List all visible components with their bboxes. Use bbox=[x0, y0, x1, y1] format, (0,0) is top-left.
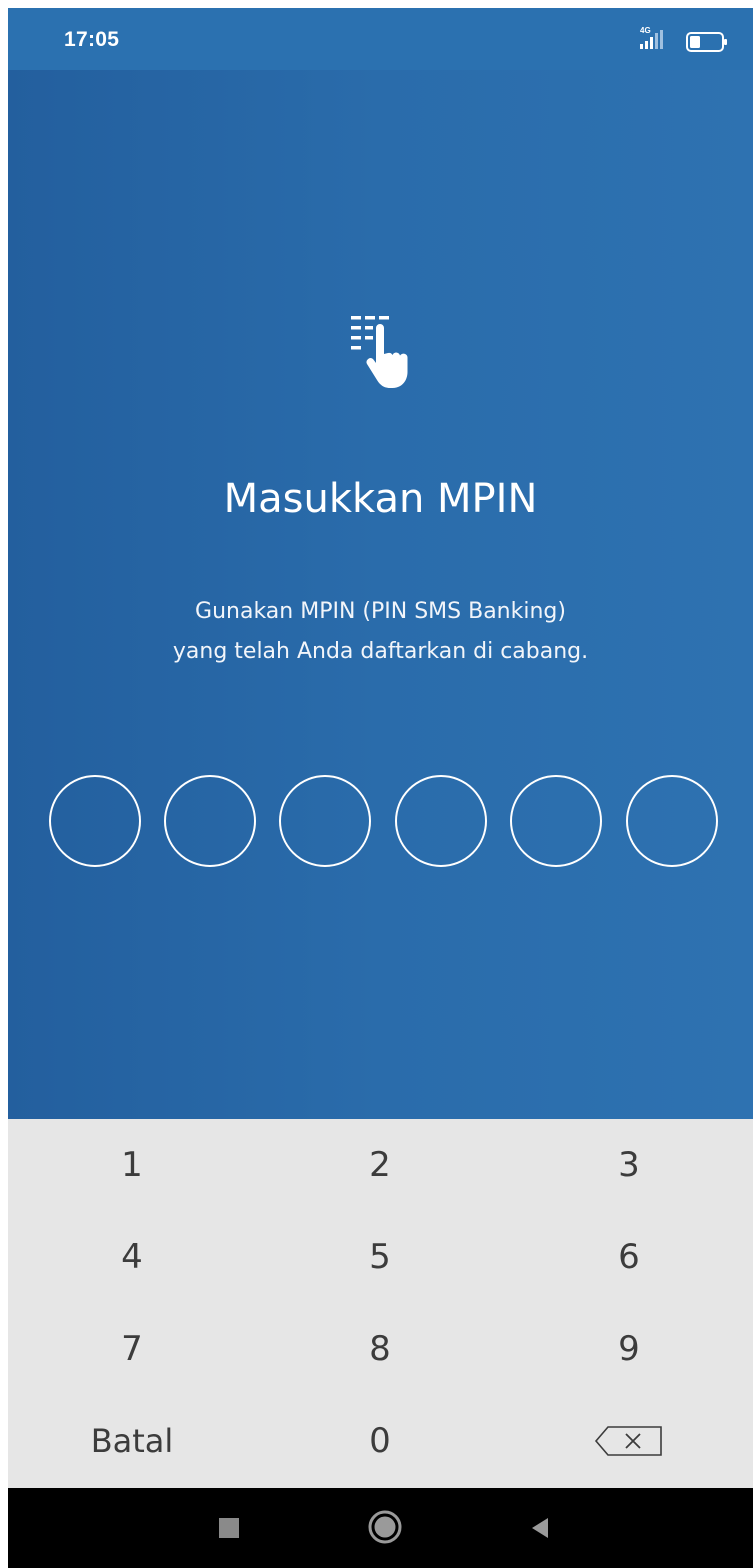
status-bar: 17:05 4G bbox=[8, 8, 753, 70]
mpin-panel: Masukkan MPIN Gunakan MPIN (PIN SMS Bank… bbox=[8, 70, 753, 1119]
key-0[interactable]: 0 bbox=[256, 1395, 504, 1487]
touch-keypad-icon bbox=[351, 316, 408, 388]
numeric-keypad: 1 2 3 4 5 6 7 8 9 Batal 0 bbox=[8, 1119, 753, 1488]
backspace-button[interactable] bbox=[505, 1395, 753, 1487]
recents-icon[interactable] bbox=[219, 1518, 239, 1538]
back-icon[interactable] bbox=[528, 1516, 552, 1540]
key-1[interactable]: 1 bbox=[8, 1119, 256, 1211]
key-6[interactable]: 6 bbox=[505, 1211, 753, 1303]
battery-icon bbox=[686, 32, 727, 52]
key-2[interactable]: 2 bbox=[256, 1119, 504, 1211]
status-time: 17:05 bbox=[64, 28, 120, 51]
pin-dot bbox=[164, 775, 256, 867]
key-3[interactable]: 3 bbox=[505, 1119, 753, 1211]
key-7[interactable]: 7 bbox=[8, 1303, 256, 1395]
key-5[interactable]: 5 bbox=[256, 1211, 504, 1303]
pin-indicator bbox=[8, 775, 753, 875]
system-nav-bar bbox=[8, 1488, 753, 1568]
pin-dot bbox=[395, 775, 487, 867]
cancel-button[interactable]: Batal bbox=[8, 1395, 256, 1487]
signal-icon bbox=[640, 30, 663, 49]
pin-dot bbox=[279, 775, 371, 867]
pin-dot bbox=[49, 775, 141, 867]
home-icon[interactable] bbox=[367, 1509, 403, 1545]
backspace-icon bbox=[594, 1426, 662, 1456]
mpin-screen: 17:05 4G Masukkan MPIN Gunakan MPIN (PIN… bbox=[8, 8, 753, 1568]
instruction-line-1: Gunakan MPIN (PIN SMS Banking) bbox=[195, 599, 566, 624]
key-9[interactable]: 9 bbox=[505, 1303, 753, 1395]
instruction-text: Gunakan MPIN (PIN SMS Banking) yang tela… bbox=[8, 592, 753, 672]
page-title: Masukkan MPIN bbox=[223, 476, 538, 522]
pin-dot bbox=[626, 775, 718, 867]
key-8[interactable]: 8 bbox=[256, 1303, 504, 1395]
pin-dot bbox=[510, 775, 602, 867]
key-4[interactable]: 4 bbox=[8, 1211, 256, 1303]
instruction-line-2: yang telah Anda daftarkan di cabang. bbox=[172, 639, 589, 664]
